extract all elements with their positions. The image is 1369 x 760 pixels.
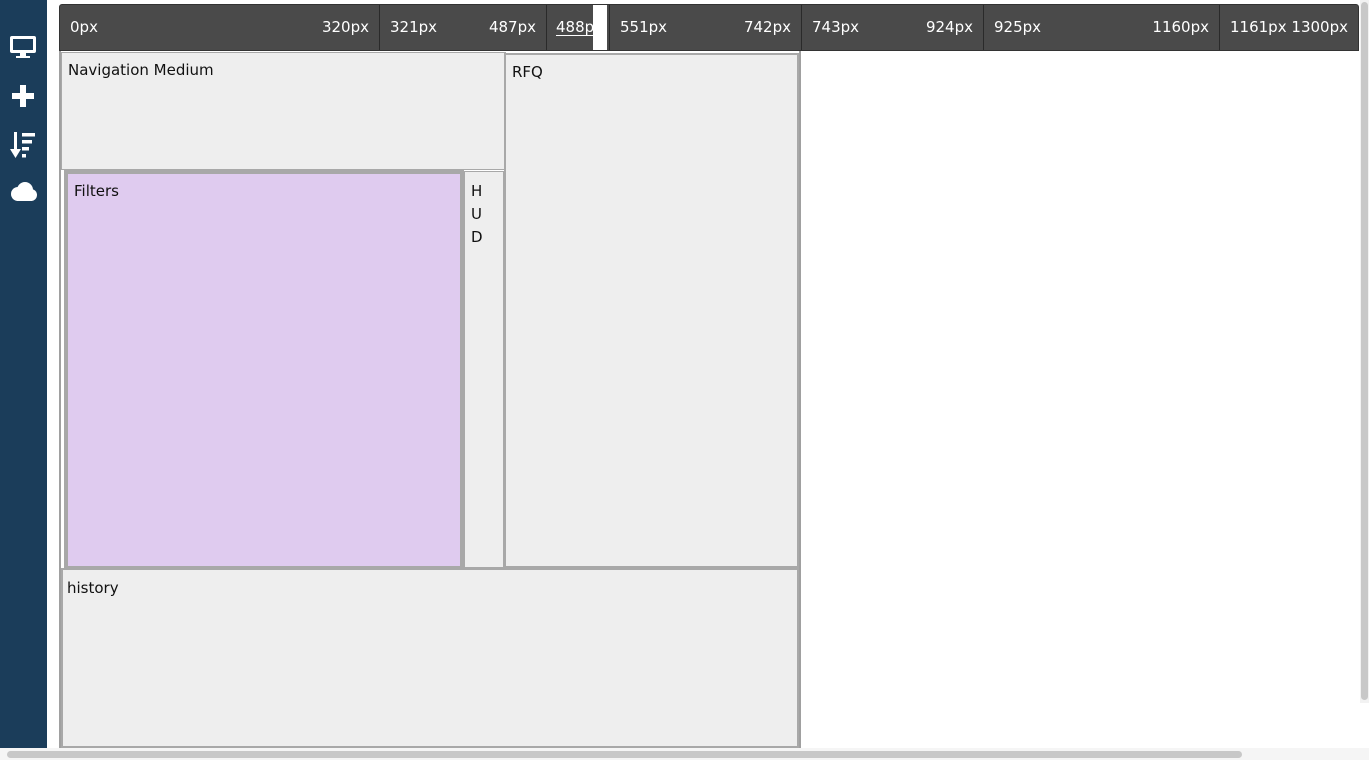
desktop-icon (10, 36, 36, 58)
panel-label: Navigation Medium (68, 61, 214, 79)
breakpoint-min-label: 0px (70, 18, 98, 36)
history-panel[interactable]: history (61, 568, 799, 748)
filters-panel[interactable]: Filters (64, 170, 464, 570)
breakpoint-925-1160[interactable]: 925px 1160px (984, 5, 1220, 50)
breakpoint-min-label: 743px (812, 18, 860, 36)
breakpoint-max-label: 487px (488, 18, 536, 36)
breakpoint-0-320[interactable]: 0px 320px (60, 5, 380, 50)
scrollbar-thumb[interactable] (7, 751, 1242, 758)
panel-label: history (67, 579, 119, 597)
panel-label: Filters (74, 182, 119, 200)
rfq-panel[interactable]: RFQ (504, 53, 799, 568)
breakpoint-1161-1300[interactable]: 1161px 1300px (1220, 5, 1358, 50)
breakpoint-min-label: 488p (556, 18, 595, 36)
breakpoint-max-label: 742px (743, 18, 791, 36)
horizontal-scrollbar[interactable] (0, 748, 1369, 760)
vertical-scrollbar[interactable] (1360, 0, 1369, 703)
breakpoint-min-label: 551px (620, 18, 668, 36)
breakpoint-ruler: 0px 320px 321px 487px 488p 551px 742px 7… (59, 4, 1359, 51)
breakpoint-321-487[interactable]: 321px 487px (380, 5, 547, 50)
breakpoint-max-label: 1160px (1152, 18, 1209, 36)
cloud-icon (11, 182, 37, 201)
breakpoint-max-label: 320px (321, 18, 369, 36)
breakpoint-max-label: 1300px (1291, 18, 1348, 36)
panel-label: RFQ (512, 63, 543, 81)
sidebar (0, 0, 47, 748)
hud-panel[interactable]: HUD (464, 171, 504, 568)
add-button[interactable] (7, 80, 39, 112)
cloud-button[interactable] (7, 176, 39, 208)
breakpoint-551-742[interactable]: 551px 742px (610, 5, 802, 50)
sort-icon (10, 132, 35, 158)
viewport-width-marker[interactable] (593, 5, 607, 50)
breakpoint-max-label: 924px (925, 18, 973, 36)
plus-icon (12, 85, 34, 107)
breakpoint-min-label: 321px (390, 18, 438, 36)
scrollbar-thumb[interactable] (1361, 2, 1368, 700)
breakpoint-min-label: 1161px (1230, 18, 1287, 36)
sort-button[interactable] (7, 129, 39, 161)
desktop-button[interactable] (7, 31, 39, 63)
breakpoint-min-label: 925px (994, 18, 1042, 36)
navigation-panel[interactable]: Navigation Medium (61, 52, 506, 170)
panel-label: HUD (471, 182, 483, 246)
breakpoint-743-924[interactable]: 743px 924px (802, 5, 984, 50)
